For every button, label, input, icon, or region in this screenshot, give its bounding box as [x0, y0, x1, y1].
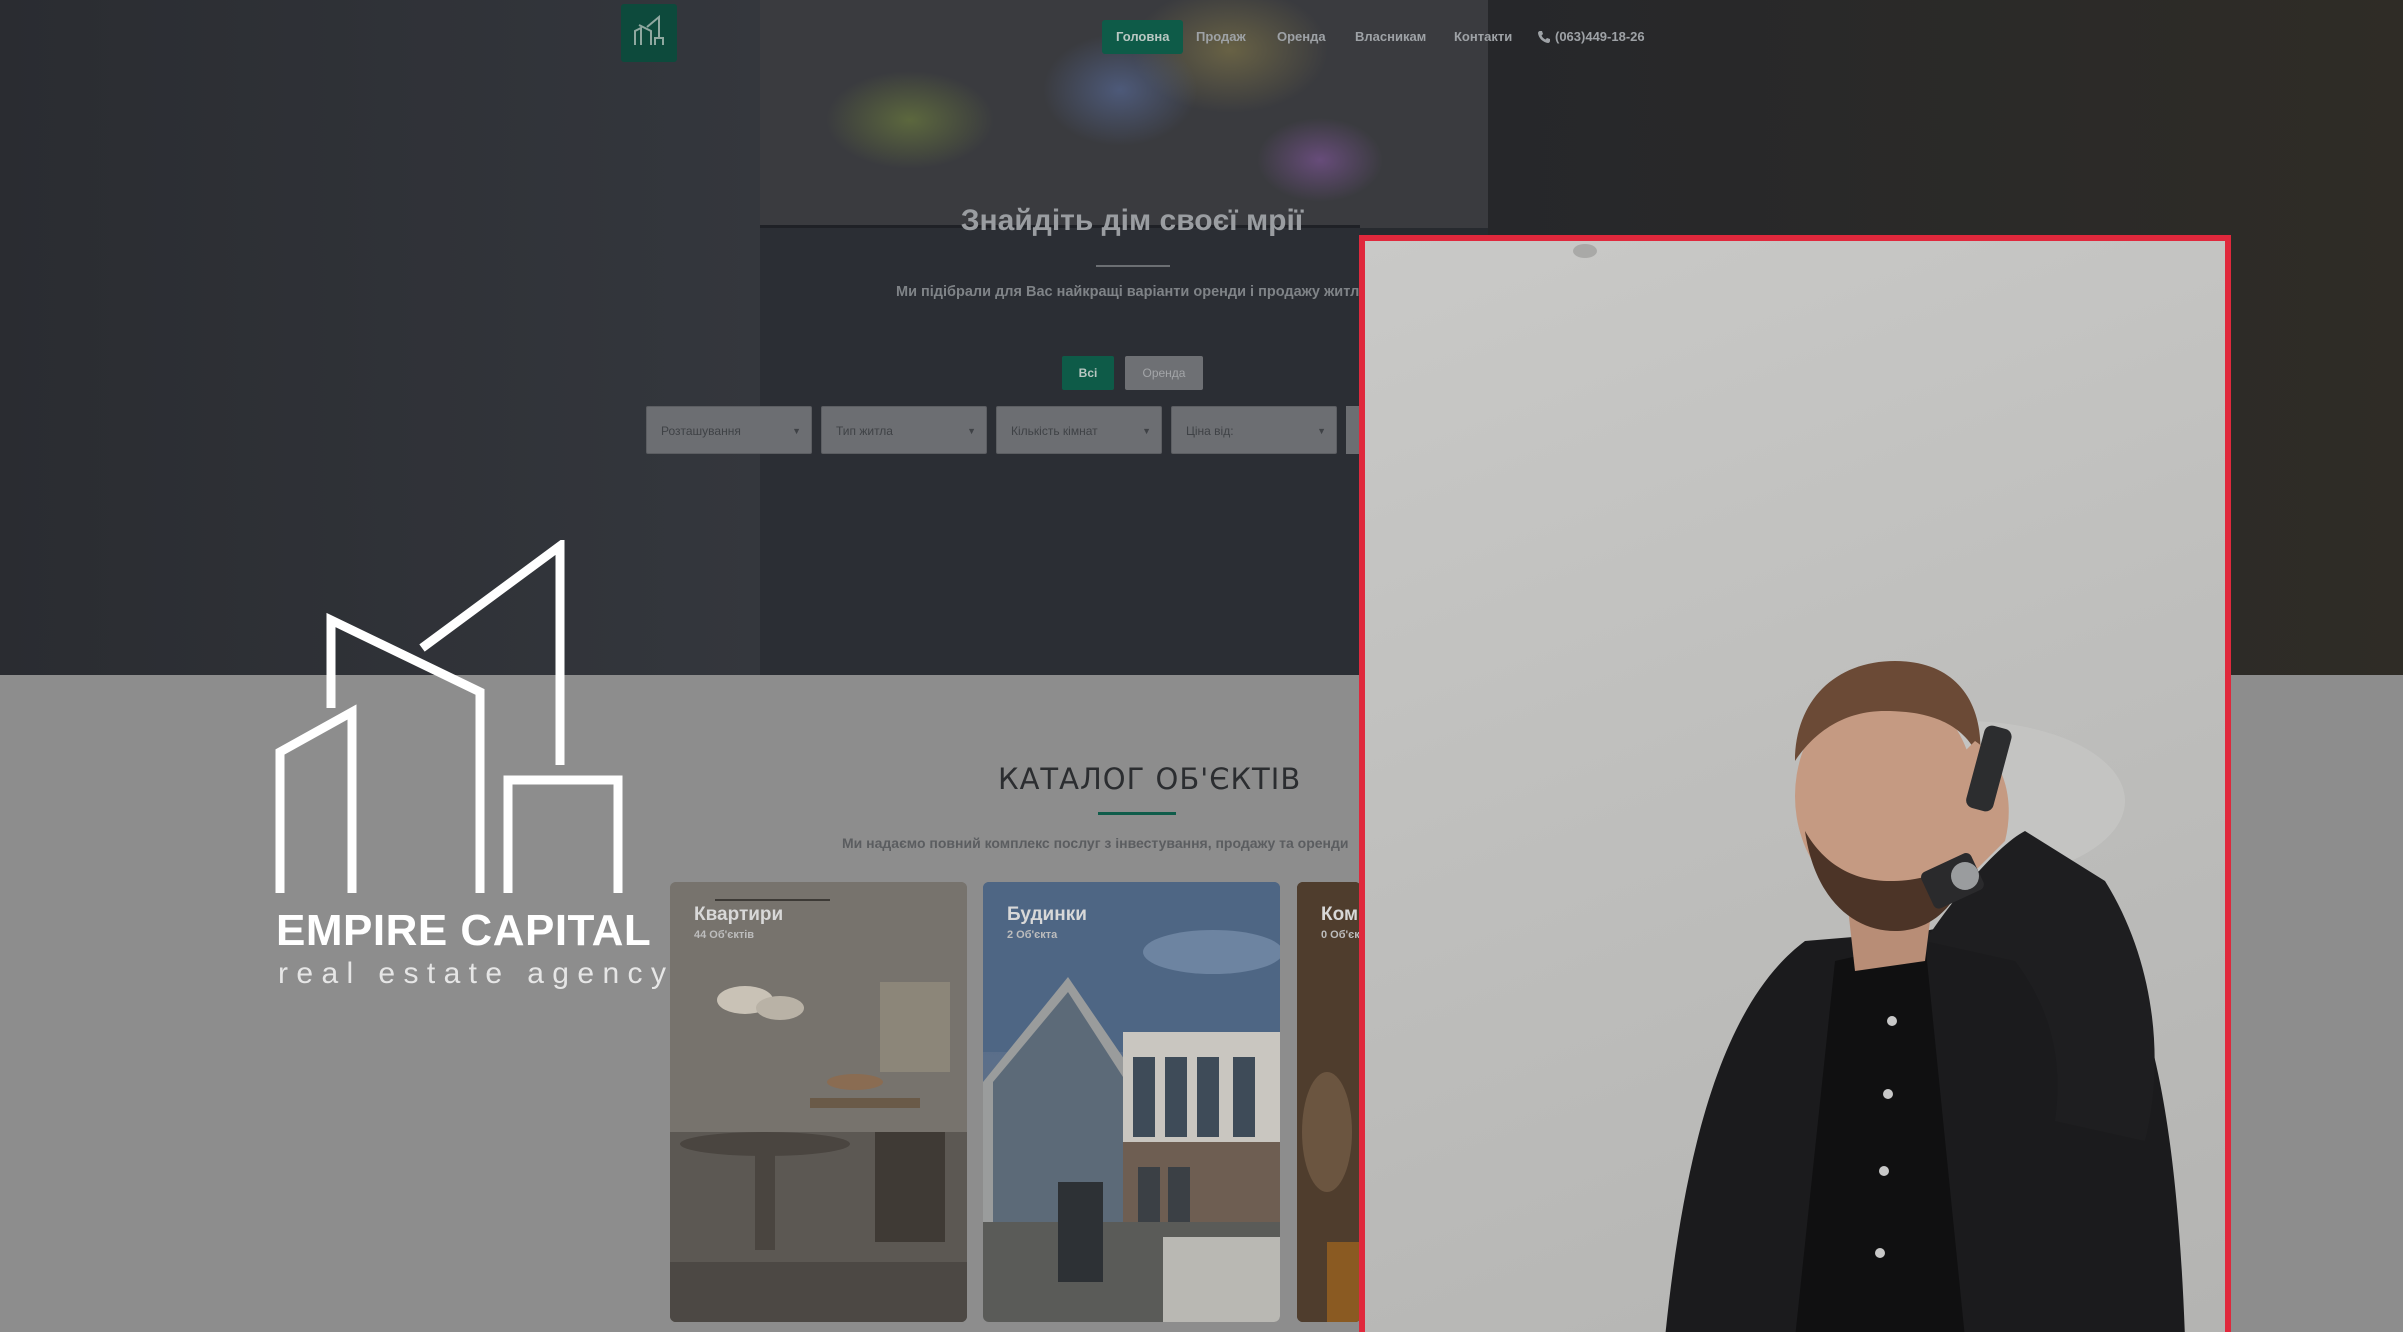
- filter-location[interactable]: Розташування ▼: [646, 406, 812, 454]
- filter-next-partial[interactable]: [1346, 406, 1360, 454]
- nav-contacts[interactable]: Контакти: [1440, 20, 1526, 54]
- brand-name: EMPIRE CAPITAL: [276, 906, 652, 955]
- phone-icon: [1538, 31, 1550, 43]
- site-logo[interactable]: [621, 4, 677, 62]
- chevron-down-icon: ▼: [967, 426, 976, 436]
- nav-owners[interactable]: Власникам: [1341, 20, 1440, 54]
- commercial-interior-image: [1297, 882, 1361, 1322]
- card-title: Квартири: [694, 904, 784, 925]
- man-on-phone-image: [1573, 244, 2185, 1332]
- filter-property-type[interactable]: Тип житла ▼: [821, 406, 987, 454]
- card-count: 2 Об'єкта: [1007, 929, 1058, 941]
- house-exterior-image: [983, 882, 1280, 1322]
- filter-price-from[interactable]: Ціна від: ▼: [1171, 406, 1337, 454]
- speaker-photo: [1359, 235, 2231, 1332]
- chevron-down-icon: ▼: [1142, 426, 1151, 436]
- brand-tagline: real estate agency: [278, 957, 675, 990]
- phone-number: (063)449-18-26: [1555, 29, 1645, 44]
- filter-rooms-label: Кількість кімнат: [1011, 424, 1098, 438]
- card-title: Будинки: [1007, 904, 1087, 925]
- card-count: 0 Об'єк: [1321, 929, 1360, 941]
- hero-divider: [1096, 265, 1170, 267]
- navbar: Головна Продаж Оренда Власникам Контакти…: [0, 0, 2403, 70]
- hero-subtitle: Ми підібрали для Вас найкращі варіанти о…: [896, 284, 1368, 300]
- category-card-apartments[interactable]: Квартири 44 Об'єктів: [670, 882, 967, 1322]
- nav-sale[interactable]: Продаж: [1182, 20, 1260, 54]
- empire-capital-logo-icon: [275, 540, 623, 893]
- nav-home[interactable]: Головна: [1102, 20, 1184, 54]
- catalog-title: КАТАЛОГ ОБ'ЄКТІВ: [998, 762, 1302, 796]
- catalog-subtitle: Ми надаємо повний комплекс послуг з інве…: [842, 835, 1349, 851]
- building-logo-icon: [634, 14, 664, 45]
- hero-title: Знайдіть дім своєї мрії: [960, 204, 1304, 237]
- category-card-commercial[interactable]: Ком 0 Об'єк: [1297, 882, 1361, 1322]
- tab-all[interactable]: Всі: [1062, 356, 1114, 390]
- filter-property-type-label: Тип житла: [836, 424, 893, 438]
- card-count: 44 Об'єктів: [694, 929, 755, 941]
- tab-rent[interactable]: Оренда: [1125, 356, 1203, 390]
- category-card-houses[interactable]: Будинки 2 Об'єкта: [983, 882, 1280, 1322]
- nav-rent[interactable]: Оренда: [1263, 20, 1340, 54]
- catalog-divider: [1098, 812, 1176, 815]
- chevron-down-icon: ▼: [792, 426, 801, 436]
- apartments-interior-image: [670, 882, 967, 1322]
- filter-price-from-label: Ціна від:: [1186, 424, 1234, 438]
- filter-location-label: Розташування: [661, 424, 741, 438]
- chevron-down-icon: ▼: [1317, 426, 1326, 436]
- filter-rooms[interactable]: Кількість кімнат ▼: [996, 406, 1162, 454]
- card-title: Ком: [1321, 904, 1359, 925]
- nav-phone-link[interactable]: (063)449-18-26: [1537, 22, 1645, 52]
